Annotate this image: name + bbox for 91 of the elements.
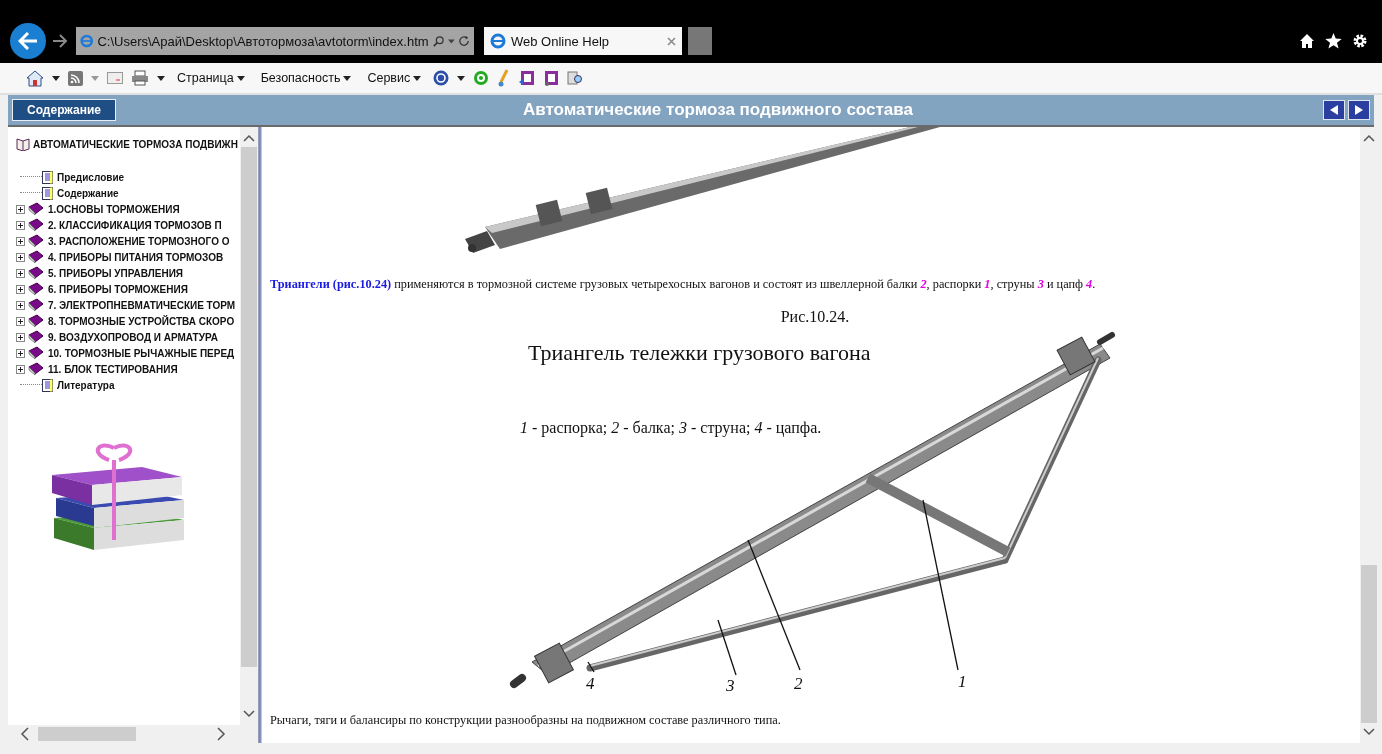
intro-paragraph: Триангели (рис.10.24) применяются в тормозной системе грузовых четырехосных вагонов и состоят из швеллерной балки 2, распорки 1, струны 3 и цапф 4. — [270, 277, 1097, 292]
caret-icon — [343, 75, 352, 81]
tree-item[interactable]: 11. БЛОК ТЕСТИРОВАНИЯ — [48, 363, 178, 375]
book-icon — [28, 346, 44, 360]
home-icon[interactable] — [1299, 33, 1315, 48]
figure-title: Триангель тележки грузового вагона — [528, 342, 871, 364]
close-icon[interactable] — [667, 36, 676, 46]
caret-icon — [52, 75, 60, 81]
tree-item[interactable]: 4. ПРИБОРЫ ПИТАНИЯ ТОРМОЗОВ — [48, 251, 224, 263]
book-icon — [28, 362, 44, 376]
forward-icon[interactable] — [52, 34, 68, 48]
tree-item[interactable]: АВТОМАТИЧЕСКИЕ ТОРМОЗА ПОДВИЖН — [33, 138, 238, 150]
page-icon — [42, 186, 53, 200]
caret-icon — [457, 75, 466, 81]
tree-item[interactable]: 6. ПРИБОРЫ ТОРМОЖЕНИЯ — [48, 283, 188, 295]
expand-icon[interactable] — [16, 284, 25, 294]
figure-caption: Рис.10.24. — [779, 308, 851, 326]
tree-item[interactable]: 3. РАСПОЛОЖЕНИЕ ТОРМОЗНОГО О — [48, 235, 230, 247]
tree-item[interactable]: Литература — [57, 379, 115, 391]
book-icon — [28, 314, 44, 328]
feed-icon[interactable] — [68, 70, 83, 86]
callout-number: 4 — [586, 675, 595, 692]
command-menu[interactable]: Безопасность — [256, 71, 356, 85]
star-icon[interactable] — [1325, 33, 1342, 49]
print-icon[interactable] — [131, 70, 149, 86]
back-button[interactable] — [10, 23, 46, 59]
book-icon — [28, 234, 44, 248]
browser-logo-icon — [80, 33, 94, 49]
left-triangle-icon — [1330, 105, 1338, 115]
note-icon[interactable] — [543, 70, 560, 86]
expand-icon[interactable] — [16, 268, 25, 278]
page-icon — [42, 170, 53, 184]
expand-icon[interactable] — [16, 252, 25, 262]
help-icon[interactable] — [433, 70, 450, 86]
tree-item[interactable]: Содержание — [57, 187, 119, 199]
leader-line — [587, 661, 595, 673]
expand-icon[interactable] — [16, 364, 25, 374]
caret-icon — [413, 75, 422, 81]
caret-icon — [157, 75, 165, 81]
tree-item[interactable]: 2. КЛАССИФИКАЦИЯ ТОРМОЗОВ П — [48, 219, 222, 231]
book-icon — [28, 266, 44, 280]
tree-item[interactable]: 8. ТОРМОЗНЫЕ УСТРОЙСТВА СКОРО — [48, 315, 235, 327]
browser-tab[interactable]: Web Online Help — [484, 27, 682, 55]
closing-paragraph: Рычаги, тяги и балансиры по конструкции разнообразны на подвижном составе различного типа. — [270, 713, 782, 728]
address-field[interactable]: C:\Users\Арай\Desktop\Автотормоза\avtotorm\index.htm — [76, 27, 474, 55]
browser-logo-icon — [490, 33, 506, 49]
leader-line — [717, 619, 737, 676]
book-icon — [28, 202, 44, 216]
command-menu[interactable]: Сервис — [363, 71, 426, 85]
tree-item[interactable]: 10. ТОРМОЗНЫЕ РЫЧАЖНЫЕ ПЕРЕД — [48, 347, 235, 359]
figure-legend: 1 - распорка; 2 - балка; 3 - струна; 4 - цапфа. — [520, 420, 822, 436]
refresh-icon[interactable] — [459, 34, 470, 48]
contents-button[interactable]: Содержание — [12, 99, 116, 121]
tree-item[interactable]: 5. ПРИБОРЫ УПРАВЛЕНИЯ — [48, 267, 184, 279]
expand-icon[interactable] — [16, 316, 25, 326]
callout-number: 1 — [958, 673, 967, 690]
target-icon[interactable] — [473, 70, 490, 86]
scroll-right-icon[interactable] — [216, 727, 226, 741]
book-icon — [28, 250, 44, 264]
expand-icon[interactable] — [16, 236, 25, 246]
settings-icon[interactable] — [1352, 33, 1368, 49]
note-icon[interactable] — [519, 70, 536, 86]
expand-icon[interactable] — [16, 204, 25, 214]
right-triangle-icon — [1355, 105, 1363, 115]
tree-item[interactable]: Предисловие — [57, 171, 125, 183]
book-icon — [16, 137, 30, 151]
back-arrow-icon — [18, 32, 38, 50]
callout-number: 3 — [726, 677, 735, 694]
expand-icon[interactable] — [16, 348, 25, 358]
command-menu[interactable]: Страница — [173, 71, 249, 85]
tree-item[interactable]: 1.ОСНОВЫ ТОРМОЖЕНИЯ — [48, 203, 180, 215]
research-icon[interactable] — [567, 70, 584, 86]
caret-icon — [236, 75, 245, 81]
expand-icon[interactable] — [16, 300, 25, 310]
expand-icon[interactable] — [16, 332, 25, 342]
next-button[interactable] — [1348, 100, 1370, 120]
page-icon — [42, 378, 53, 392]
search-icon[interactable] — [432, 34, 445, 48]
book-icon — [28, 330, 44, 344]
callout-number: 2 — [794, 675, 803, 692]
book-icon — [28, 298, 44, 312]
tree-item[interactable]: 9. ВОЗДУХОПРОВОД И АРМАТУРА — [48, 331, 218, 343]
scroll-left-icon[interactable] — [20, 727, 30, 741]
caret-icon — [448, 38, 456, 44]
book-icon — [28, 218, 44, 232]
page-title: Автоматические тормоза подвижного состава — [522, 100, 914, 120]
previous-button[interactable] — [1323, 100, 1345, 120]
caret-icon — [91, 75, 99, 81]
tree-item[interactable]: 7. ЭЛЕКТРОПНЕВМАТИЧЕСКИЕ ТОРМ — [48, 299, 236, 311]
book-icon — [28, 282, 44, 296]
expand-icon[interactable] — [16, 220, 25, 230]
